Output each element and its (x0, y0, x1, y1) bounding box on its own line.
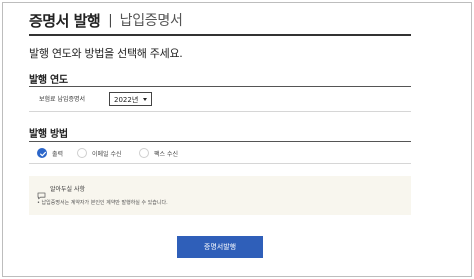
year-row-label: 보험료 납입증명서 (39, 96, 86, 103)
page-subtitle: 납입증명서 (119, 13, 183, 29)
instruction-text: 발행 연도와 방법을 선택해 주세요. (29, 47, 183, 60)
year-select-value: 2022년 (114, 96, 139, 104)
notice-text: • 납입증명서는 계약자가 본인인 계약만 발행하실 수 있습니다. (37, 200, 168, 206)
radio-unchecked-icon[interactable] (139, 148, 149, 158)
method-section-bottom-divider (29, 163, 411, 164)
header-divider (29, 34, 411, 36)
method-option-label: 출력 (52, 150, 64, 158)
method-option-fax[interactable]: 팩스 수신 (139, 148, 178, 158)
year-row: 보험료 납입증명서 2022년 (29, 87, 411, 111)
radio-unchecked-icon[interactable] (77, 148, 87, 158)
year-section-bottom-divider (29, 111, 411, 112)
page-title: 증명서 발행 (29, 11, 101, 30)
chat-bubble-icon (37, 185, 46, 200)
notice-title: 알아두실 사항 (50, 186, 86, 193)
caret-down-icon (143, 98, 147, 101)
year-select[interactable]: 2022년 (109, 92, 152, 106)
method-option-label: 이메일 수신 (92, 150, 122, 158)
notice-header: 알아두실 사항 (37, 184, 86, 200)
method-option-print[interactable]: 출력 (37, 148, 63, 158)
method-options: 출력 이메일 수신 팩스 수신 (29, 143, 411, 163)
radio-checked-icon[interactable] (37, 148, 47, 158)
issue-certificate-button[interactable]: 증명서발행 (177, 236, 263, 258)
method-option-label: 팩스 수신 (154, 150, 178, 158)
title-separator: | (108, 12, 113, 28)
page-header: 증명서 발행 | 납입증명서 (29, 9, 183, 31)
method-section-top-divider (29, 141, 411, 142)
method-section-title: 발행 방법 (29, 129, 68, 140)
notice-box: 알아두실 사항 • 납입증명서는 계약자가 본인인 계약만 발행하실 수 있습니… (29, 176, 411, 215)
method-option-email[interactable]: 이메일 수신 (77, 148, 122, 158)
year-section-title: 발행 연도 (29, 75, 68, 86)
